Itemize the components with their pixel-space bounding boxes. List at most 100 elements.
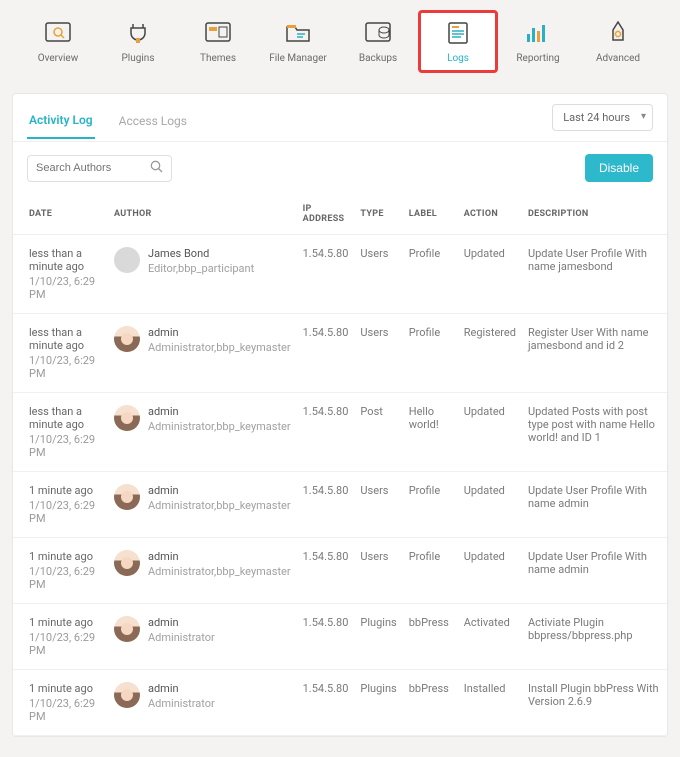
cell-date: less than a minute ago1/10/23, 6:29 PM (13, 235, 108, 314)
time-range-select[interactable]: Last 24 hours (552, 104, 653, 131)
nav-overview[interactable]: Overview (18, 10, 98, 73)
avatar (114, 682, 140, 708)
file-manager-icon (284, 19, 312, 47)
timestamp: 1/10/23, 6:29 PM (29, 433, 102, 459)
timestamp: 1/10/23, 6:29 PM (29, 499, 102, 525)
cell-action: Updated (458, 538, 522, 604)
cell-action: Updated (458, 235, 522, 314)
nav-file-manager[interactable]: File Manager (258, 10, 338, 73)
author-name: admin (148, 484, 291, 497)
cell-label: Hello world! (403, 393, 458, 472)
col-label[interactable]: LABEL (403, 194, 458, 235)
cell-action: Activated (458, 604, 522, 670)
cell-type: Users (354, 314, 402, 393)
backups-icon (364, 19, 392, 47)
filter-row: Disable (13, 142, 667, 194)
cell-author: adminAdministrator (108, 670, 297, 736)
timestamp: 1/10/23, 6:29 PM (29, 697, 102, 723)
nav-label: Logs (447, 53, 469, 64)
tab-access-logs[interactable]: Access Logs (117, 108, 189, 138)
timestamp: 1/10/23, 6:29 PM (29, 275, 102, 301)
time-ago: less than a minute ago (29, 247, 102, 273)
cell-desc: Register User With name jamesbond and id… (522, 314, 667, 393)
col-action[interactable]: ACTION (458, 194, 522, 235)
cell-ip: 1.54.5.80 (297, 314, 355, 393)
cell-author: James BondEditor,bbp_participant (108, 235, 297, 314)
cell-date: less than a minute ago1/10/23, 6:29 PM (13, 393, 108, 472)
cell-type: Users (354, 472, 402, 538)
nav-plugins[interactable]: Plugins (98, 10, 178, 73)
author-role: Administrator (148, 697, 215, 710)
avatar (114, 550, 140, 576)
nav-label: Advanced (596, 53, 640, 64)
col-desc[interactable]: DESCRIPTION (522, 194, 667, 235)
cell-action: Updated (458, 472, 522, 538)
cell-author: admin Administrator,bbp_keymaster (108, 538, 297, 604)
nav-label: Backups (359, 53, 397, 64)
author-role: Administrator,bbp_keymaster (148, 565, 291, 578)
search-input[interactable] (36, 162, 146, 174)
author-role: Administrator,bbp_keymaster (148, 420, 291, 433)
timestamp: 1/10/23, 6:29 PM (29, 631, 102, 657)
cell-ip: 1.54.5.80 (297, 235, 355, 314)
avatar (114, 484, 140, 510)
cell-type: Users (354, 235, 402, 314)
avatar (114, 326, 140, 352)
nav-label: Plugins (122, 53, 155, 64)
col-ip[interactable]: IP ADDRESS (297, 194, 355, 235)
col-author[interactable]: AUTHOR (108, 194, 297, 235)
cell-date: 1 minute ago1/10/23, 6:29 PM (13, 670, 108, 736)
nav-logs[interactable]: Logs (418, 10, 498, 73)
time-ago: 1 minute ago (29, 616, 102, 629)
cell-ip: 1.54.5.80 (297, 538, 355, 604)
author-role: Administrator,bbp_keymaster (148, 341, 291, 354)
themes-icon (204, 19, 232, 47)
overview-icon (44, 19, 72, 47)
author-role: Editor,bbp_participant (148, 262, 254, 275)
cell-label: Profile (403, 235, 458, 314)
author-name: admin (148, 326, 291, 339)
cell-label: bbPress (403, 604, 458, 670)
time-ago: less than a minute ago (29, 405, 102, 431)
top-nav: Overview Plugins Themes File Manager Bac… (0, 0, 680, 83)
avatar (114, 405, 140, 431)
nav-backups[interactable]: Backups (338, 10, 418, 73)
col-type[interactable]: TYPE (354, 194, 402, 235)
cell-action: Installed (458, 670, 522, 736)
cell-author: adminAdministrator (108, 604, 297, 670)
time-range-label: Last 24 hours (563, 111, 630, 124)
nav-reporting[interactable]: Reporting (498, 10, 578, 73)
table-row: 1 minute ago1/10/23, 6:29 PM admin Adminis… (13, 472, 667, 538)
col-date[interactable]: DATE (13, 194, 108, 235)
cell-desc: Update User Profile With name admin (522, 472, 667, 538)
search-icon[interactable] (150, 160, 163, 177)
disable-button[interactable]: Disable (585, 154, 653, 182)
search-wrap (27, 155, 172, 182)
cell-date: less than a minute ago1/10/23, 6:29 PM (13, 314, 108, 393)
author-role: Administrator,bbp_keymaster (148, 499, 291, 512)
cell-desc: Updated Posts with post type post with n… (522, 393, 667, 472)
nav-themes[interactable]: Themes (178, 10, 258, 73)
cell-author: admin Administrator,bbp_keymaster (108, 314, 297, 393)
table-row: less than a minute ago1/10/23, 6:29 PMJa… (13, 235, 667, 314)
author-name: admin (148, 550, 291, 563)
cell-ip: 1.54.5.80 (297, 472, 355, 538)
table-row: 1 minute ago 1/10/23, 6:29 PMadminAdminis… (13, 604, 667, 670)
cell-label: Profile (403, 538, 458, 604)
cell-action: Updated (458, 393, 522, 472)
nav-label: Themes (200, 53, 236, 64)
reporting-icon (524, 19, 552, 47)
time-ago: less than a minute ago (29, 326, 102, 352)
cell-author: adminAdministrator,bbp_keymaster (108, 393, 297, 472)
cell-label: Profile (403, 314, 458, 393)
time-ago: 1 minute ago (29, 550, 102, 563)
nav-advanced[interactable]: Advanced (578, 10, 658, 73)
tab-activity-log[interactable]: Activity Log (27, 107, 95, 139)
cell-ip: 1.54.5.80 (297, 604, 355, 670)
nav-label: File Manager (269, 53, 327, 64)
cell-author: admin Administrator,bbp_keymaster (108, 472, 297, 538)
cell-date: 1 minute ago1/10/23, 6:29 PM (13, 472, 108, 538)
advanced-icon (604, 19, 632, 47)
timestamp: 1/10/23, 6:29 PM (29, 565, 102, 591)
avatar (114, 247, 140, 273)
